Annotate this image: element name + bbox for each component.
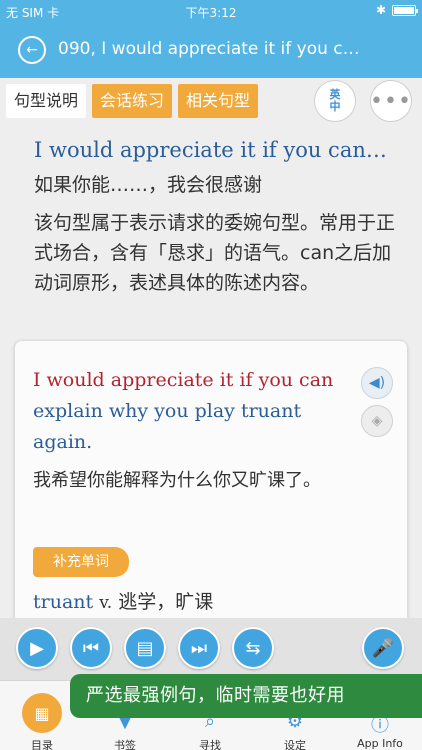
example-rest: explain why you play truant again. [33, 400, 302, 453]
vocab-badge: 补充单词 [33, 547, 129, 577]
tab-related-patterns[interactable]: 相关句型 [178, 84, 259, 118]
tab-dialogue-practice[interactable]: 会话练习 [92, 84, 173, 118]
nav-title: 090, I would appreciate it if you c… [58, 39, 360, 59]
pattern-english: I would appreciate it if you can… [34, 138, 387, 162]
play-button[interactable]: ▶ [16, 627, 58, 669]
bluetooth-icon: ✱ [375, 3, 386, 17]
contents-icon: ▦ [34, 703, 50, 723]
document-button[interactable]: ▤ [124, 627, 166, 669]
microphone-button[interactable]: 🎤 [362, 627, 404, 669]
example-english: I would appreciate it if you can explain… [33, 365, 363, 458]
tabbar-app-info[interactable]: App Info [350, 737, 410, 750]
main-content: 句型说明 会话练习 相关句型 英 中 ••• I would appreciat… [0, 78, 422, 640]
play-audio-button[interactable]: ◀) [361, 367, 393, 399]
previous-button[interactable]: ⏮ [70, 627, 112, 669]
vocab-pos: v. [99, 593, 113, 613]
skip-back-icon: ⏮ [82, 637, 100, 659]
document-icon: ▤ [136, 637, 154, 659]
speaker-icon: ◀) [368, 375, 386, 391]
nav-bar: ← 090, I would appreciate it if you c… [0, 22, 422, 78]
vocab-word: truant [33, 591, 94, 613]
play-icon: ▶ [30, 637, 44, 659]
promo-banner: 严选最强例句，临时需要也好用 [70, 674, 422, 718]
pattern-chinese: 如果你能……，我会很感谢 [34, 174, 263, 196]
playback-controls: ▶ ⏮ ▤ ⏭ ⇆ 🎤 [0, 618, 422, 680]
tabbar-contents-label[interactable]: 目录 [12, 737, 72, 750]
segment-tabs: 句型说明 会话练习 相关句型 [6, 84, 259, 118]
repeat-icon: ⇆ [245, 637, 261, 659]
tab-pattern-explanation[interactable]: 句型说明 [6, 84, 87, 118]
example-chinese: 我希望你能解释为什么你又旷课了。 [33, 470, 321, 491]
status-bar: 无 SIM 卡 下午3:12 ✱ [0, 0, 422, 22]
skip-forward-icon: ⏭ [190, 637, 208, 659]
tabbar-search[interactable]: 寻找 [180, 737, 240, 750]
status-time: 下午3:12 [185, 6, 237, 20]
back-button[interactable]: ← [18, 36, 46, 64]
repeat-button[interactable]: ⇆ [232, 627, 274, 669]
example-card: I would appreciate it if you can explain… [14, 340, 408, 640]
tag-icon: ◈ [371, 413, 383, 429]
pattern-description: 该句型属于表示请求的委婉句型。常用于正式场合，含有「恳求」的语气。can之后加动… [34, 212, 396, 294]
tabbar-contents[interactable]: ▦ [22, 693, 62, 733]
example-highlight: I would appreciate it if you can [33, 369, 334, 391]
vocab-entry: truant v. 逃学，旷课 [33, 587, 213, 614]
arrow-left-icon: ← [26, 42, 38, 58]
more-icon: ••• [370, 88, 412, 114]
tabbar-settings[interactable]: 设定 [265, 737, 325, 750]
microphone-icon: 🎤 [371, 637, 395, 659]
tag-button[interactable]: ◈ [361, 405, 393, 437]
more-button[interactable]: ••• [370, 80, 412, 122]
language-toggle-button[interactable]: 英 中 [314, 80, 356, 122]
battery-icon [392, 4, 418, 16]
vocab-meaning: 逃学，旷课 [118, 591, 214, 613]
tabbar-bookmarks[interactable]: 书签 [95, 737, 155, 750]
next-button[interactable]: ⏭ [178, 627, 220, 669]
